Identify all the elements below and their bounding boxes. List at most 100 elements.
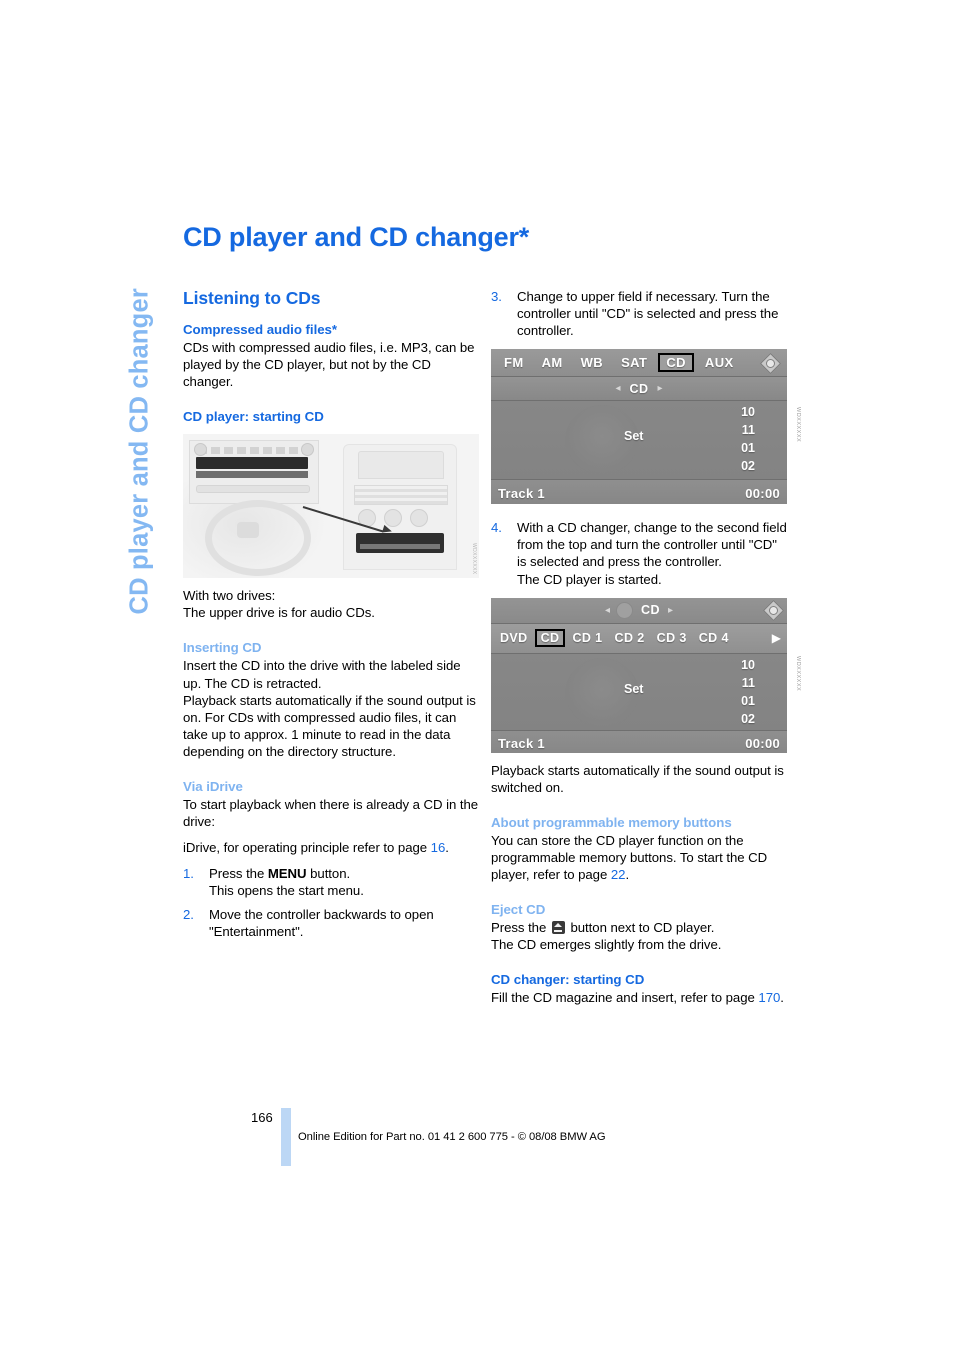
preset-number-1[interactable]: 10	[741, 403, 755, 421]
console-display	[358, 451, 444, 480]
screen-body: Set 10 11 01 02	[491, 653, 787, 730]
top-bar-label: CD	[640, 603, 661, 618]
source-tab-bar: FM AM WB SAT CD AUX	[491, 349, 787, 378]
right-arrow-icon[interactable]: ▸	[658, 383, 663, 394]
heading-inserting-cd: Inserting CD	[183, 640, 262, 656]
footer-copyright: Online Edition for Part no. 01 41 2 600 …	[298, 1131, 606, 1143]
screen-status-bar: Track 1 00:00	[491, 479, 787, 505]
screen-body: Set 10 11 01 02	[491, 401, 787, 480]
steering-wheel-hub	[237, 522, 259, 539]
eject-text-before: Press the	[491, 920, 550, 936]
eject-text-after: button next to CD player.	[566, 920, 715, 936]
controller-diamond-icon[interactable]	[762, 599, 785, 621]
heading-eject-cd: Eject CD	[491, 902, 546, 918]
tab-cd-3[interactable]: CD 3	[652, 630, 692, 646]
tab-dvd[interactable]: DVD	[495, 630, 533, 646]
text-compressed-audio: CDs with compressed audio files, i.e. MP…	[183, 340, 475, 390]
radio-knob-left	[194, 443, 207, 457]
tab-wb[interactable]: WB	[574, 354, 610, 371]
text-cd-changer-starting: Fill the CD magazine and insert, refer t…	[491, 989, 787, 1006]
console-dial-row	[356, 509, 444, 528]
preset-number-2[interactable]: 11	[741, 674, 755, 692]
side-tab-label: CD player and CD changer	[125, 288, 154, 615]
preset-number-4[interactable]: 02	[741, 457, 755, 475]
step-number-4: 4.	[491, 520, 502, 536]
radio-trim-line	[196, 485, 310, 494]
page-number: 166	[251, 1110, 273, 1125]
step-text-3: Change to upper field if necessary. Turn…	[517, 289, 779, 339]
text-eject-cd: Press the button next to CD player. The C…	[491, 919, 787, 953]
sub-bar-label: CD	[629, 381, 649, 396]
diamond-center-dot	[766, 358, 775, 368]
section-heading-listening: Listening to CDs	[183, 288, 321, 308]
console-dial-3	[410, 509, 428, 528]
radio-closeup-inset	[189, 440, 319, 505]
page-link-170[interactable]: 170	[758, 990, 780, 1005]
tab-cd-4[interactable]: CD 4	[694, 630, 734, 646]
preset-number-3[interactable]: 01	[741, 439, 755, 457]
changer-text-after: .	[780, 990, 784, 1006]
heading-compressed-audio: Compressed audio files*	[183, 322, 338, 337]
idrive-screen-radio-sources: FM AM WB SAT CD AUX ◂ CD ▸ Set 10 11 01 …	[491, 349, 787, 505]
figure-reference-code: WDXXXXXX	[471, 542, 477, 575]
left-arrow-icon[interactable]: ◂	[605, 605, 610, 616]
left-arrow-icon[interactable]: ◂	[615, 383, 620, 394]
tab-cd-selected[interactable]: CD	[534, 629, 566, 648]
step4-subline: The CD player is started.	[517, 571, 662, 587]
set-label[interactable]: Set	[624, 429, 643, 443]
page-title: CD player and CD changer*	[183, 222, 530, 252]
preset-number-4[interactable]: 02	[741, 710, 755, 728]
screen-status-bar: Track 1 00:00	[491, 729, 787, 753]
text-via-idrive-intro: To start playback when there is already …	[183, 797, 479, 830]
controller-diamond-icon[interactable]	[759, 352, 782, 374]
step4-main: With a CD changer, change to the second …	[517, 520, 787, 570]
heading-cd-changer-starting: CD changer: starting CD	[491, 972, 645, 988]
page-link-16[interactable]: 16	[431, 840, 446, 855]
tab-cd-2[interactable]: CD 2	[610, 630, 650, 646]
idrive-screen-1-wrapper: FM AM WB SAT CD AUX ◂ CD ▸ Set 10 11 01 …	[491, 349, 801, 505]
idrive-screen-2-wrapper: ◂ CD ▸ DVD CD CD 1 CD 2 CD 3 CD 4 ▶ Set …	[491, 597, 801, 753]
step-number-1: 1.	[183, 866, 194, 882]
tab-sat[interactable]: SAT	[614, 354, 654, 371]
tab-am[interactable]: AM	[535, 354, 570, 371]
preset-number-column: 10 11 01 02	[741, 656, 755, 728]
preset-number-2[interactable]: 11	[741, 421, 755, 439]
tab-fm[interactable]: FM	[497, 354, 531, 371]
footer-accent-bar	[281, 1108, 291, 1166]
idrive-steps-list: 1. Press the MENU button. This opens the …	[183, 865, 479, 939]
list-item: 3. Change to upper field if necessary. T…	[491, 288, 787, 339]
page-link-22[interactable]: 22	[611, 867, 626, 882]
cd-sub-bar[interactable]: ◂ CD ▸	[491, 377, 787, 402]
text-inserting-cd-2: Playback starts automatically if the sou…	[183, 692, 476, 759]
tab-aux[interactable]: AUX	[698, 354, 741, 371]
text-inserting-cd-1: Insert the CD into the drive with the la…	[183, 658, 461, 691]
radio-button-row	[198, 447, 306, 455]
list-item: 4. With a CD changer, change to the seco…	[491, 519, 787, 587]
eject-icon	[551, 921, 565, 935]
knob-ghost-graphic	[615, 601, 633, 619]
next-page-arrow-icon[interactable]: ▶	[772, 631, 781, 645]
step-text-4: With a CD changer, change to the second …	[517, 519, 787, 587]
elapsed-time: 00:00	[745, 736, 780, 752]
cd-top-bar[interactable]: ◂ CD ▸	[491, 597, 787, 624]
right-arrow-icon[interactable]: ▸	[668, 605, 673, 616]
tab-cd-selected[interactable]: CD	[658, 353, 694, 373]
step-number-2: 2.	[183, 906, 194, 922]
step-number-3: 3.	[491, 289, 502, 304]
set-label[interactable]: Set	[624, 682, 643, 696]
console-air-vents	[354, 485, 448, 506]
menu-button-label: MENU	[267, 866, 307, 882]
step-text-1: Press the MENU button. This opens the sta…	[209, 865, 479, 899]
changer-text-before: Fill the CD magazine and insert, refer t…	[491, 990, 759, 1006]
cd-slot-upper	[196, 457, 308, 470]
right-column: 3. Change to upper field if necessary. T…	[491, 288, 801, 1006]
tab-cd-1[interactable]: CD 1	[567, 630, 607, 646]
idrive-ref-prefix: iDrive, for operating principle refer to…	[183, 840, 431, 856]
preset-number-3[interactable]: 01	[741, 692, 755, 710]
preset-number-1[interactable]: 10	[741, 656, 755, 674]
heading-cd-player-starting: CD player: starting CD	[183, 409, 324, 425]
text-idrive-page-reference: iDrive, for operating principle refer to…	[183, 839, 479, 856]
figure-reference-code-1: WDXXXXXX	[795, 407, 801, 443]
elapsed-time: 00:00	[745, 485, 780, 501]
memory-text-after: .	[625, 867, 630, 883]
